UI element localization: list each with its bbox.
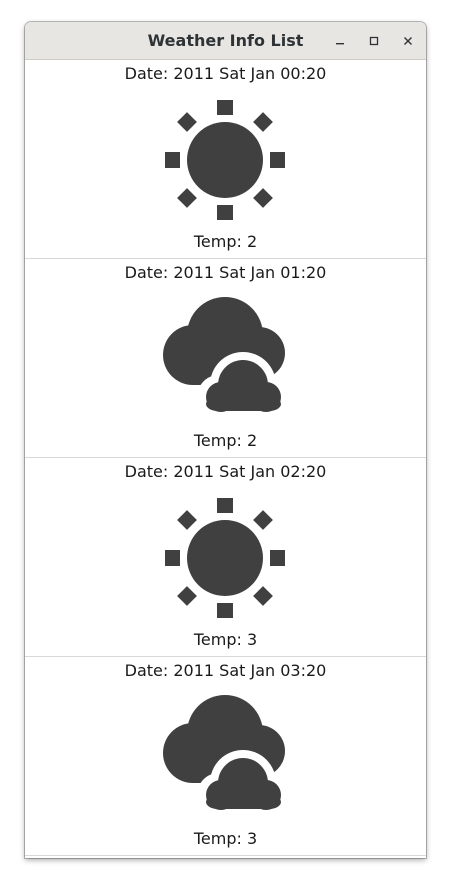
temperature-label: Temp: 2 (193, 232, 258, 251)
cloudy-icon (163, 695, 287, 819)
sun-icon (163, 496, 287, 620)
date-label: Date: 2011 Sat Jan 03:20 (124, 661, 327, 680)
list-item[interactable]: Date: 2011 Sat Jan 02:20 Temp: 3 (25, 458, 426, 657)
temperature-label: Temp: 2 (193, 431, 258, 450)
weather-window: Weather Info List Date: 2011 Sat Jan 00:… (25, 22, 426, 858)
sun-icon (163, 98, 287, 222)
maximize-button[interactable] (363, 30, 385, 52)
list-item[interactable]: Date: 2011 Sat Jan 03:20 Temp: 3 (25, 657, 426, 856)
date-label: Date: 2011 Sat Jan 00:20 (124, 64, 327, 83)
temperature-label: Temp: 3 (193, 829, 258, 848)
minimize-icon (336, 43, 344, 45)
date-label: Date: 2011 Sat Jan 02:20 (124, 462, 327, 481)
list-item[interactable]: Date: 2011 Sat Jan 00:20 Temp: 2 (25, 60, 426, 259)
weather-list[interactable]: Date: 2011 Sat Jan 00:20 Temp: 2 Date: 2… (25, 60, 426, 858)
temperature-label: Temp: 3 (193, 630, 258, 649)
close-button[interactable] (397, 30, 419, 52)
list-item[interactable]: Date: 2011 Sat Jan 01:20 Temp: 2 (25, 259, 426, 458)
title-bar[interactable]: Weather Info List (25, 22, 426, 60)
close-icon (404, 37, 412, 45)
minimize-button[interactable] (329, 30, 351, 52)
maximize-icon (369, 36, 379, 46)
cloudy-icon (163, 297, 287, 421)
date-label: Date: 2011 Sat Jan 01:20 (124, 263, 327, 282)
